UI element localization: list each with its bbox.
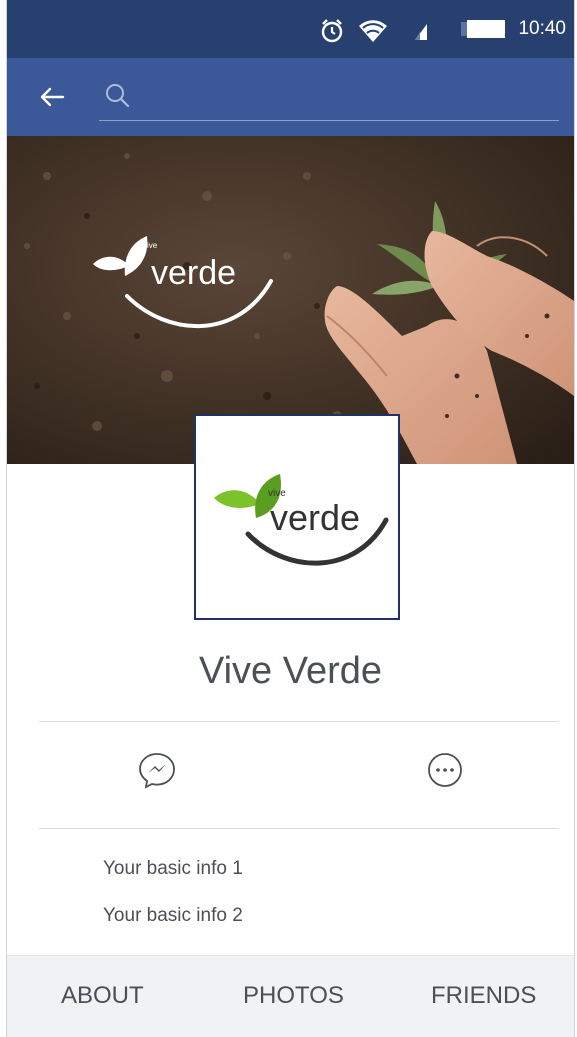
messenger-icon[interactable] (135, 748, 179, 792)
tab-about[interactable]: ABOUT (61, 982, 144, 1010)
avatar-logo-text: verde (270, 497, 360, 538)
wifi-icon (359, 20, 387, 42)
more-icon[interactable] (423, 748, 467, 792)
search-underline (99, 120, 559, 121)
basic-info-2: Your basic info 2 (103, 905, 243, 926)
back-arrow-icon[interactable] (37, 82, 67, 112)
status-bar: 10:40 (7, 0, 574, 58)
basic-info-1: Your basic info 1 (103, 858, 243, 879)
clock-time: 10:40 (518, 18, 566, 39)
divider-top (39, 721, 559, 722)
page-title: Vive Verde (198, 650, 383, 692)
leaf-left (214, 490, 260, 508)
divider-bottom (39, 828, 559, 829)
search-input[interactable] (99, 72, 559, 118)
signal-icon (415, 24, 427, 40)
app-frame: 10:40 vive verde vive verde Vive Verde Y… (6, 0, 575, 1037)
profile-tabs: ABOUT PHOTOS FRIENDS (7, 955, 574, 1037)
tab-friends[interactable]: FRIENDS (431, 982, 536, 1010)
cover-logo-small-text: vive (143, 241, 158, 250)
profile-avatar[interactable]: vive verde (194, 414, 400, 620)
cover-logo-text: verde (151, 254, 236, 292)
alarm-icon (321, 19, 343, 43)
search-bar (7, 58, 574, 136)
tab-photos[interactable]: PHOTOS (243, 982, 344, 1010)
battery-icon (461, 20, 505, 38)
